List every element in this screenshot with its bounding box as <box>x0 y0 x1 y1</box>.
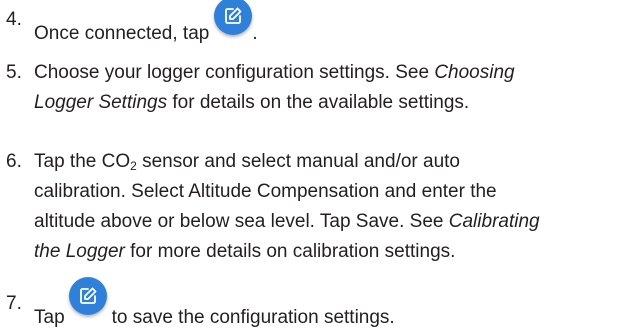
step-number: 6. <box>6 151 22 172</box>
step-text-before-icon: Tap <box>34 307 65 328</box>
step-text-after-icon: . <box>252 23 258 44</box>
step-number: 5. <box>6 62 22 83</box>
step-line-text: altitude above or below sea level. Tap S… <box>34 211 449 232</box>
step-text: Tap to save the configuration settings. <box>34 277 395 333</box>
step-number: 7. <box>6 293 22 314</box>
step-line: calibration. Select Altitude Compensatio… <box>34 177 540 207</box>
subscript: 2 <box>130 159 137 173</box>
cross-reference: the Logger <box>34 241 125 262</box>
cross-reference: Choosing <box>434 62 515 83</box>
step-text: Tap the CO2 sensor and select manual and… <box>34 147 540 267</box>
step-text-after-icon: to save the configuration settings. <box>111 307 395 328</box>
instruction-document: 4. Once connected, tap. 5. Choose your l… <box>0 0 626 328</box>
step-line-text: calibration. Select Altitude Compensatio… <box>34 181 497 202</box>
step-line: altitude above or below sea level. Tap S… <box>34 207 540 237</box>
step-line: Tap the CO2 sensor and select manual and… <box>34 147 540 177</box>
step-line: Logger Settings for details on the avail… <box>34 88 515 118</box>
step-line-text: for more details on calibration settings… <box>124 241 456 262</box>
cross-reference: Calibrating <box>448 211 540 232</box>
step-line: Choose your logger configuration setting… <box>34 58 515 88</box>
step-line-text: Choose your logger configuration setting… <box>34 62 430 83</box>
step-line: the Logger for more details on calibrati… <box>34 237 540 267</box>
step-text: Choose your logger configuration setting… <box>34 58 515 118</box>
step-number: 4. <box>6 9 22 30</box>
edit-icon <box>68 277 107 315</box>
step-text-before-icon: Once connected, tap <box>34 23 210 44</box>
step-line-text: sensor and select manual and/or auto <box>136 151 461 172</box>
step-line-text: for details on the available settings. <box>167 92 470 113</box>
cross-reference: Logger Settings <box>34 92 168 113</box>
step-line-text: Tap the CO <box>34 151 131 172</box>
step-text: Once connected, tap. <box>34 0 258 49</box>
edit-icon <box>214 0 253 35</box>
